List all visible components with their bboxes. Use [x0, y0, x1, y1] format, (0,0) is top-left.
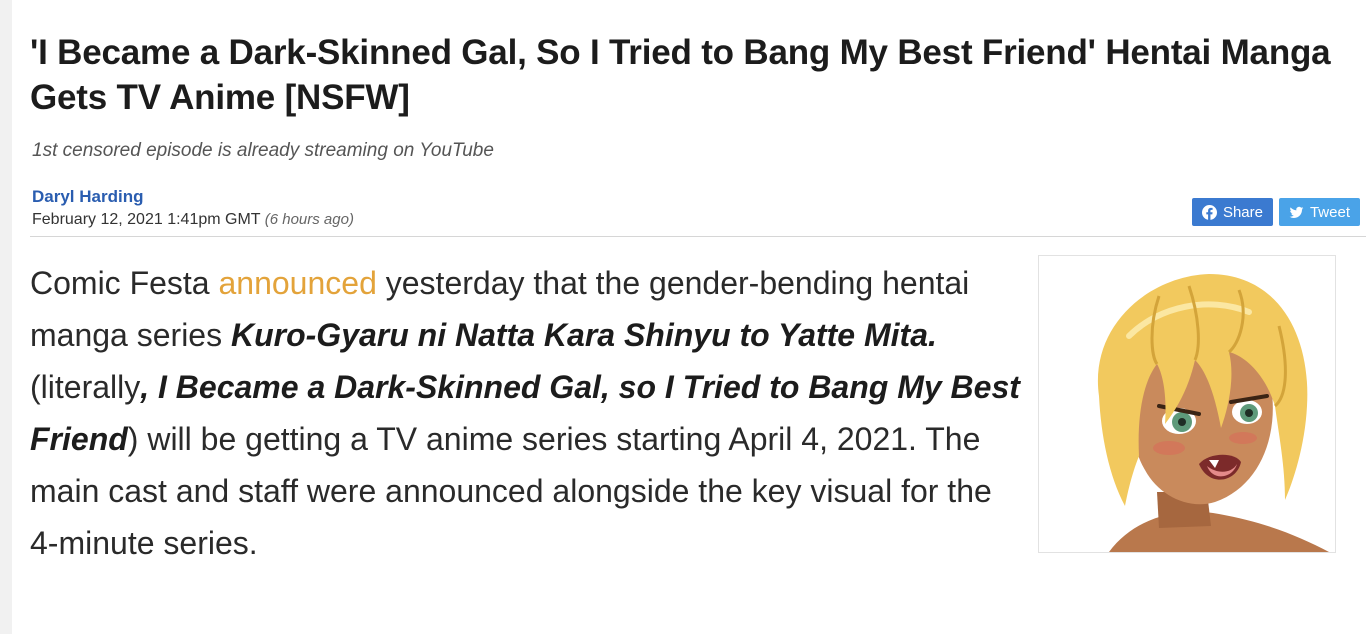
article-page: 'I Became a Dark-Skinned Gal, So I Tried…: [12, 0, 1366, 634]
page-title: 'I Became a Dark-Skinned Gal, So I Tried…: [30, 33, 1331, 117]
article-paragraph: Comic Festa announced yesterday that the…: [30, 257, 1020, 569]
date-text: February 12, 2021 1:41pm GMT: [32, 211, 261, 228]
character-illustration: [1039, 256, 1335, 552]
author-link[interactable]: Daryl Harding: [32, 187, 354, 207]
tweet-label: Tweet: [1309, 203, 1350, 221]
divider: [30, 236, 1366, 237]
share-button[interactable]: Share: [1191, 198, 1273, 226]
announced-link[interactable]: announced: [218, 265, 376, 301]
tweet-button[interactable]: Tweet: [1278, 198, 1360, 226]
manga-title-japanese: Kuro-Gyaru ni Natta Kara Shinyu to Yatte…: [230, 317, 937, 353]
article-subtitle: 1st censored episode is already streamin…: [32, 140, 494, 161]
facebook-icon: [1201, 204, 1217, 220]
paragraph-text: Comic Festa: [30, 265, 219, 301]
paragraph-text: (literally: [30, 369, 141, 405]
twitter-icon: [1289, 206, 1304, 218]
paragraph-text: ) will be getting a TV anime series star…: [30, 421, 992, 561]
share-label: Share: [1222, 203, 1263, 221]
character-image: [1038, 255, 1336, 553]
byline: Daryl Harding February 12, 2021 1:41pm G…: [32, 187, 354, 229]
relative-time: (6 hours ago): [264, 211, 354, 228]
publish-date: February 12, 2021 1:41pm GMT (6 hours ag…: [32, 211, 354, 229]
social-buttons: Share Tweet: [1191, 198, 1360, 226]
